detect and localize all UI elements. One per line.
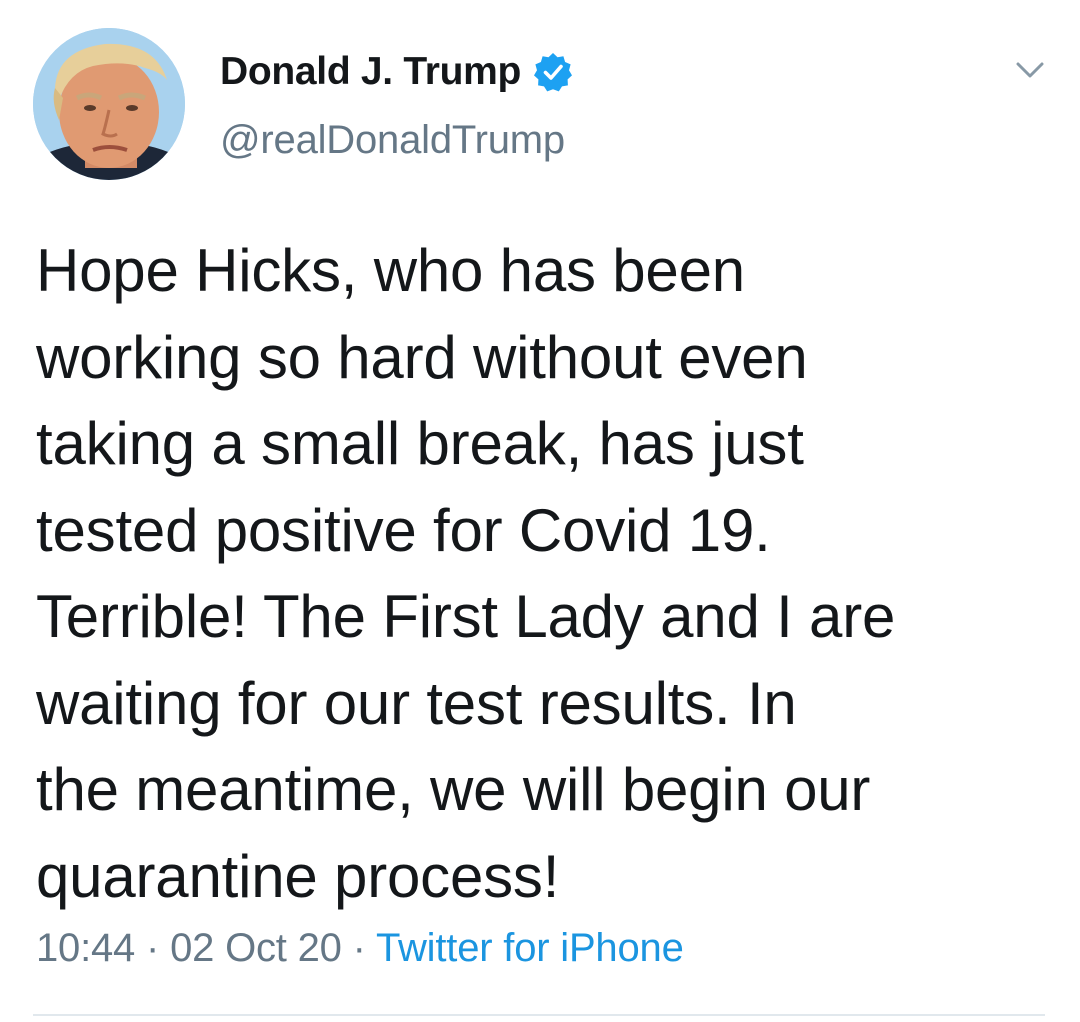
tweet-date[interactable]: 02 Oct 20 bbox=[170, 926, 342, 970]
separator: · bbox=[352, 926, 366, 970]
tweet: Donald J. Trump @realDonaldTrump Hope Hi… bbox=[0, 0, 1080, 1022]
tweet-text: Hope Hicks, who has been working so hard… bbox=[36, 237, 896, 910]
avatar[interactable] bbox=[33, 28, 185, 180]
author-name-row[interactable]: Donald J. Trump bbox=[220, 48, 573, 96]
tweet-metadata: 10:44 · 02 Oct 20 · Twitter for iPhone bbox=[36, 926, 684, 971]
user-handle[interactable]: @realDonaldTrump bbox=[220, 118, 565, 163]
tweet-source-link[interactable]: Twitter for iPhone bbox=[376, 926, 684, 970]
verified-badge-icon bbox=[533, 52, 573, 92]
separator: · bbox=[146, 926, 160, 970]
display-name[interactable]: Donald J. Trump bbox=[220, 50, 521, 94]
tweet-time[interactable]: 10:44 bbox=[36, 926, 135, 970]
profile-photo bbox=[33, 28, 185, 180]
chevron-down-icon[interactable] bbox=[1012, 56, 1048, 84]
divider bbox=[33, 1014, 1045, 1016]
